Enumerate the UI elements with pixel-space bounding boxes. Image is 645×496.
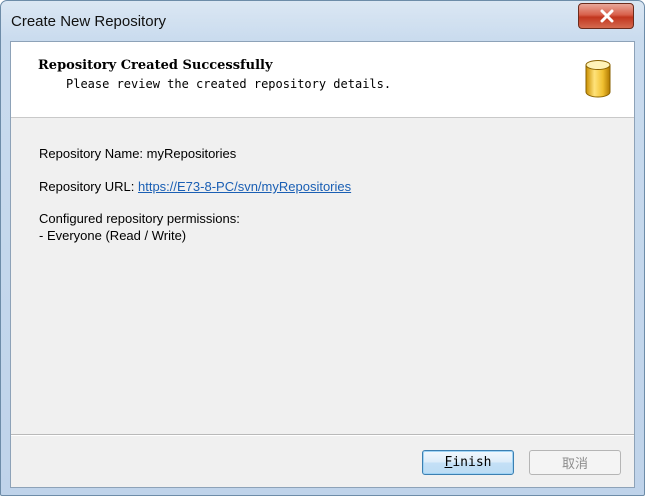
- cancel-label: 取消: [561, 457, 588, 472]
- title-bar[interactable]: Create New Repository: [1, 1, 644, 41]
- wizard-header: Repository Created Successfully Please r…: [11, 42, 634, 118]
- repository-name-label: Repository Name:: [39, 146, 147, 161]
- cancel-button[interactable]: 取消: [529, 450, 621, 475]
- finish-label: inish: [452, 455, 492, 470]
- footer-divider: [11, 434, 634, 436]
- permissions-label: Configured repository permissions:: [39, 211, 240, 226]
- finish-button[interactable]: Finish: [422, 450, 514, 475]
- window-title: Create New Repository: [11, 13, 167, 30]
- close-button[interactable]: [578, 3, 634, 29]
- permissions-value: - Everyone (Read / Write): [39, 228, 187, 243]
- close-icon: [600, 9, 614, 23]
- repository-url-link[interactable]: https://E73-8-PC/svn/myRepositories: [138, 179, 351, 194]
- dialog-window: Create New Repository Repository Created…: [0, 0, 645, 496]
- dialog-content: Repository Created Successfully Please r…: [10, 41, 635, 488]
- header-subtitle: Please review the created repository det…: [66, 77, 392, 91]
- repository-url-row: Repository URL: https://E73-8-PC/svn/myR…: [39, 179, 351, 194]
- repository-url-label: Repository URL:: [39, 179, 138, 194]
- repository-name-row: Repository Name: myRepositories: [39, 146, 236, 161]
- database-icon: [585, 60, 611, 98]
- finish-accelerator: F: [444, 455, 453, 470]
- repository-name-value: myRepositories: [146, 146, 237, 161]
- header-title: Repository Created Successfully: [38, 58, 273, 73]
